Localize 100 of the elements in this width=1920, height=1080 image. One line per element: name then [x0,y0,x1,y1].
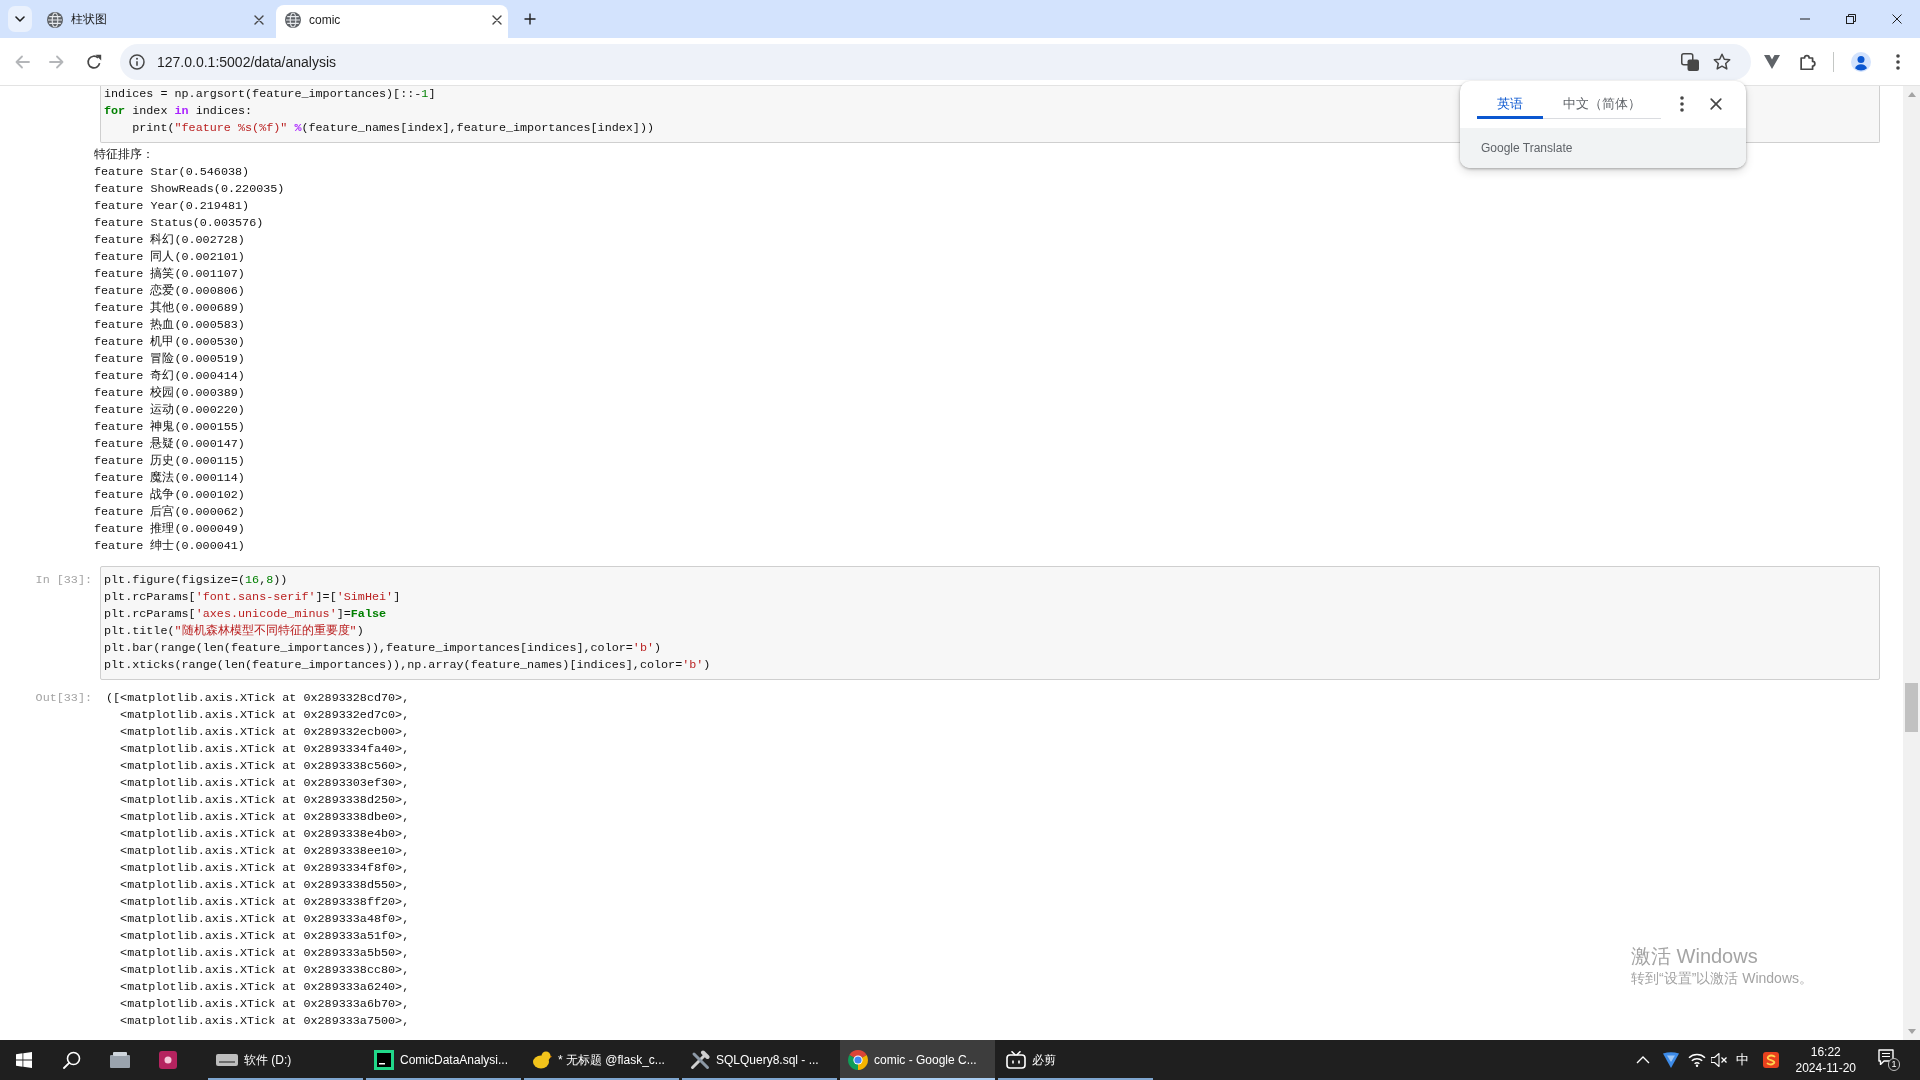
code-line: print("feature %s(%f)" %(feature_names[index],feature_importances[index])) [132,120,654,137]
globe-icon [285,11,301,28]
close-icon[interactable] [1892,14,1902,24]
output-prompt: Out[33]: [35,690,93,707]
code-line: plt.title("随机森林模型不同特征的重要度") [104,623,364,640]
output-line: feature Year(0.219481) [94,198,250,215]
code-line: plt.xticks(range(len(feature_importances)),np.array(feature_names)[indices],color='b') [104,657,711,674]
output-line: feature 机甲(0.000530) [94,334,245,351]
drive-icon [216,1054,238,1066]
windows-logo-icon[interactable] [16,1052,32,1068]
output-line: <matplotlib.axis.XTick at 0x2893303ef30>, [120,775,410,792]
output-line: feature 热血(0.000583) [94,317,245,334]
language-tab[interactable]: 中文（简体） [1543,88,1661,119]
input-method-indicator[interactable]: 中 [1735,1053,1749,1067]
output-line: feature 校园(0.000389) [94,385,245,402]
taskbar-button[interactable]: ComicDataAnalysi... [366,1040,521,1080]
code-line: plt.figure(figsize=(16,8)) [104,572,288,589]
close-icon[interactable] [254,14,264,25]
notification-count: 1 [1888,1058,1900,1071]
output-line: <matplotlib.axis.XTick at 0x289333a48f0>, [120,911,410,928]
menu-icon[interactable] [1680,96,1684,112]
info-icon[interactable] [129,53,145,70]
triangle-icon[interactable] [1764,54,1780,69]
output-line: <matplotlib.axis.XTick at 0x289333a6b70>, [120,996,410,1013]
message-icon[interactable] [1878,1049,1894,1065]
code-line: indices = np.argsort(feature_importances)[::-1] [104,86,436,103]
output-line: feature Status(0.003576) [94,215,264,232]
close-icon[interactable] [492,14,502,25]
output-line: 特征排序： [94,147,154,164]
tv-icon [1006,1051,1026,1069]
output-line: <matplotlib.axis.XTick at 0x2893338e4b0>, [120,826,410,843]
output-line: <matplotlib.axis.XTick at 0x2893338d550>, [120,877,410,894]
close-icon[interactable] [1710,98,1722,110]
output-line: feature 搞笑(0.001107) [94,266,245,283]
plus-icon[interactable] [524,13,536,25]
output-line: <matplotlib.axis.XTick at 0x2893338cc80>, [120,962,410,979]
taskbar-date[interactable]: 2024-11-20 [1795,1060,1856,1076]
browser-logo-icon [848,1050,868,1070]
translate-credit: Google Translate [1481,141,1573,155]
output-line: feature 同人(0.002101) [94,249,245,266]
output-line: feature 其他(0.000689) [94,300,245,317]
code-line: plt.rcParams['axes.unicode_minus']=False [104,606,387,623]
output-line: feature 历史(0.000115) [94,453,245,470]
output-line: feature 绅士(0.000041) [94,538,245,555]
language-tab[interactable]: 英语 [1477,88,1543,119]
chevron-up-icon[interactable] [1635,1056,1650,1064]
reload-icon[interactable] [86,53,102,70]
puzzle-icon[interactable] [1800,53,1816,70]
s-logo-icon[interactable] [1762,1052,1779,1068]
square-logo-icon [374,1050,394,1070]
output-line: feature 奇幻(0.000414) [94,368,245,385]
chevron-down-icon [15,16,25,22]
browser-tab[interactable]: 柱状图 [38,5,270,38]
overlapping-squares-icon[interactable] [1681,52,1699,71]
code-editor[interactable] [100,566,1880,680]
globe-icon [47,11,63,28]
taskbar-time[interactable]: 16:22 [1810,1044,1841,1060]
menu-icon[interactable] [1896,53,1900,70]
taskbar-button[interactable]: * 无标题 @flask_c... [524,1040,679,1080]
code-line: for index in indices: [104,103,253,120]
output-line: feature 魔法(0.000114) [94,470,245,487]
output-line: <matplotlib.axis.XTick at 0x2893338d250>, [120,792,410,809]
output-line: <matplotlib.axis.XTick at 0x2893334fa40>, [120,741,410,758]
bird-icon [532,1051,552,1069]
v-logo-icon[interactable] [1662,1052,1679,1068]
input-prompt: In [33]: [35,572,93,589]
profile-icon[interactable] [1851,51,1871,72]
taskbar-button[interactable]: comic - Google C... [840,1040,995,1080]
tools-icon [690,1050,710,1070]
output-line: <matplotlib.axis.XTick at 0x289333a7500>, [120,1013,410,1030]
taskbar-button[interactable]: 软件 (D:) [208,1040,363,1080]
wifi-icon[interactable] [1687,1053,1706,1067]
output-line: <matplotlib.axis.XTick at 0x2893338c560>, [120,758,410,775]
output-line: <matplotlib.axis.XTick at 0x2893338dbe0>, [120,809,410,826]
star-icon[interactable] [1713,52,1731,71]
output-line: feature 运动(0.000220) [94,402,245,419]
output-line: <matplotlib.axis.XTick at 0x289332ecb00>, [120,724,410,741]
output-line: feature ShowReads(0.220035) [94,181,285,198]
muted-speaker-icon[interactable] [1710,1053,1727,1067]
taskbar-button[interactable]: 必剪 [998,1040,1153,1080]
output-line: feature 恋爱(0.000806) [94,283,245,300]
search-icon[interactable] [63,1051,81,1069]
restore-icon[interactable] [1846,14,1856,24]
taskbar-button[interactable]: SQLQuery8.sql - ... [682,1040,837,1080]
output-line: feature 后宫(0.000062) [94,504,245,521]
output-line: <matplotlib.axis.XTick at 0x289333a6240>, [120,979,410,996]
output-line: feature Star(0.546038) [94,164,250,181]
output-line: feature 战争(0.000102) [94,487,245,504]
browser-tab[interactable]: comic [276,5,508,38]
scrollbar[interactable] [1903,86,1920,1040]
window-stack-icon[interactable] [110,1052,130,1068]
activation-message: 转到“设置”以激活 Windows。 [1631,969,1813,987]
address-bar[interactable]: 127.0.0.1:5002/data/analysis [120,43,1751,80]
tile-icon[interactable] [159,1051,177,1069]
output-line: ([<matplotlib.axis.XTick at 0x2893328cd70>, [106,690,410,707]
activation-title: 激活 Windows [1631,944,1758,969]
output-line: <matplotlib.axis.XTick at 0x289332ed7c0>, [120,707,410,724]
output-line: feature 科幻(0.002728) [94,232,245,249]
scrollbar-thumb[interactable] [1905,683,1918,732]
tab-search-button[interactable] [8,6,32,32]
